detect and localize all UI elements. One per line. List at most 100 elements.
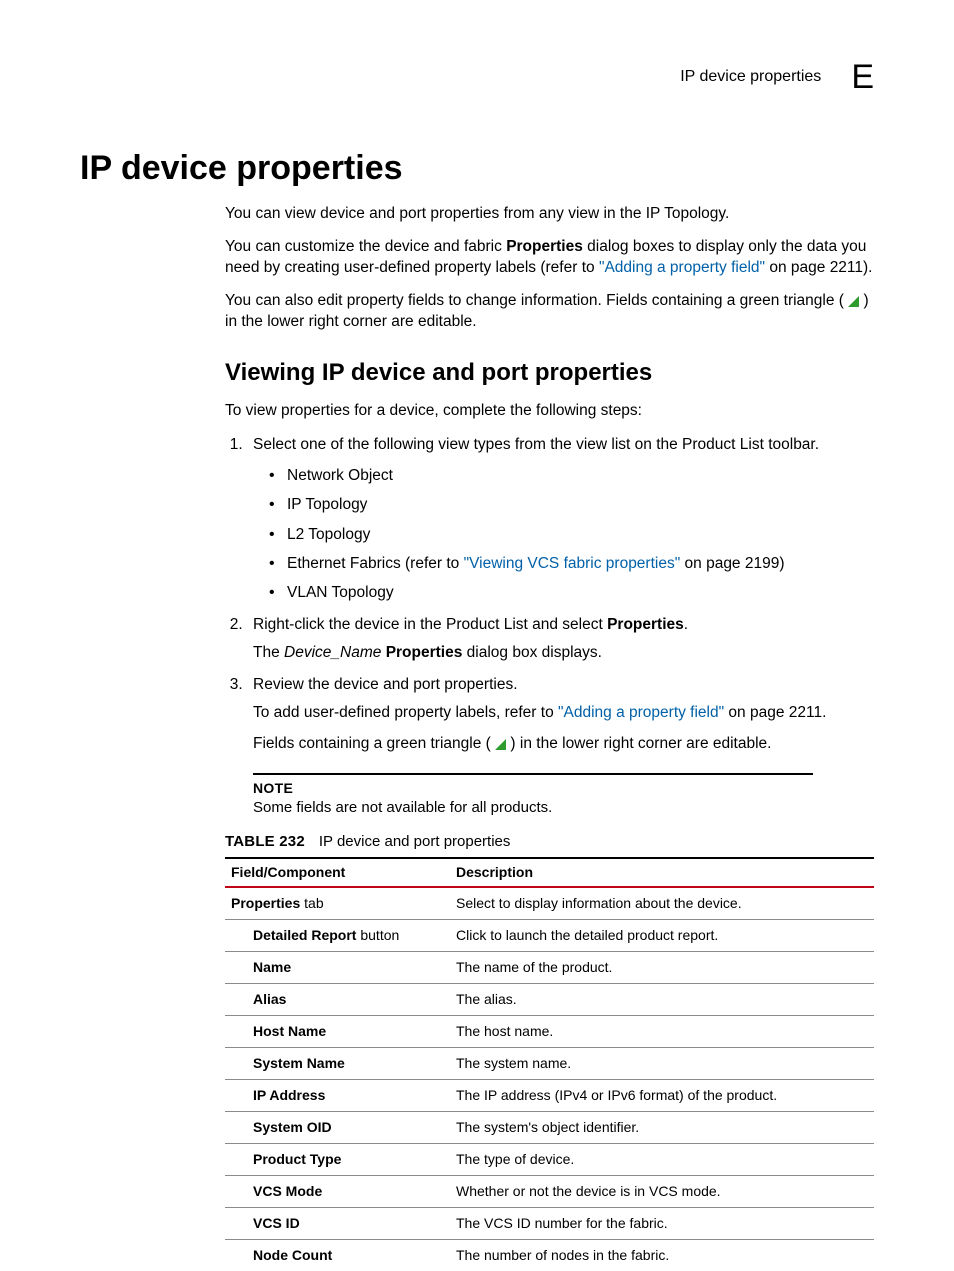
table-row: Properties tab Select to display informat…: [225, 887, 874, 920]
field-cell: Name: [225, 951, 450, 983]
table-row: Alias The alias.: [225, 983, 874, 1015]
field-name: Alias: [253, 991, 286, 1007]
field-cell: System Name: [225, 1047, 450, 1079]
variable-device-name: Device_Name: [284, 644, 381, 661]
field-name: Host Name: [253, 1023, 326, 1039]
description-cell: Whether or not the device is in VCS mode…: [450, 1175, 874, 1207]
link-adding-property-field[interactable]: "Adding a property field": [599, 259, 765, 276]
description-cell: The number of nodes in the fabric.: [450, 1239, 874, 1271]
step-body: To add user-defined property labels, ref…: [253, 703, 874, 755]
text: You can customize the device and fabric: [225, 238, 506, 255]
running-header: IP device properties E: [80, 60, 874, 94]
description-cell: Select to display information about the …: [450, 887, 874, 920]
term-properties: Properties: [506, 238, 583, 255]
text: on page 2199): [680, 555, 784, 572]
step-body-text: Fields containing a green triangle ( ) i…: [253, 734, 874, 755]
field-name: Detailed Report: [253, 927, 356, 943]
table-number: TABLE 232: [225, 833, 305, 850]
appendix-letter: E: [851, 60, 874, 94]
field-cell: Alias: [225, 983, 450, 1015]
intro-p1: You can view device and port properties …: [225, 204, 874, 225]
note-box: NOTE Some fields are not available for a…: [253, 773, 813, 818]
text: You can also edit property fields to cha…: [225, 292, 848, 309]
description-cell: The alias.: [450, 983, 874, 1015]
field-name: IP Address: [253, 1087, 325, 1103]
field-cell: IP Address: [225, 1079, 450, 1111]
intro-p3: You can also edit property fields to cha…: [225, 291, 874, 333]
step-body-text: To add user-defined property labels, ref…: [253, 703, 874, 724]
step-text: Review the device and port properties.: [253, 676, 518, 693]
description-cell: The IP address (IPv4 or IPv6 format) of …: [450, 1079, 874, 1111]
field-cell: VCS ID: [225, 1207, 450, 1239]
field-name: VCS ID: [253, 1215, 300, 1231]
text: Fields containing a green triangle (: [253, 735, 495, 752]
text: Right-click the device in the Product Li…: [253, 616, 607, 633]
term-properties: Properties: [386, 644, 463, 661]
page: IP device properties E IP device propert…: [0, 0, 954, 1235]
table-row: System OID The system's object identifier…: [225, 1111, 874, 1143]
table-row: Product TypeThe type of device.: [225, 1143, 874, 1175]
table-row: Detailed Report buttonClick to launch th…: [225, 919, 874, 951]
field-name: VCS Mode: [253, 1183, 322, 1199]
field-name: System Name: [253, 1055, 345, 1071]
steps-list: Select one of the following view types f…: [225, 434, 874, 756]
field-cell: System OID: [225, 1111, 450, 1143]
field-cell: Node Count: [225, 1239, 450, 1271]
link-adding-property-field[interactable]: "Adding a property field": [558, 704, 724, 721]
table-row: VCS ID The VCS ID number for the fabric.: [225, 1207, 874, 1239]
table-row: VCS Mode Whether or not the device is in …: [225, 1175, 874, 1207]
table-row: Node Count The number of nodes in the fab…: [225, 1239, 874, 1271]
description-cell: The system's object identifier.: [450, 1111, 874, 1143]
list-item: L2 Topology: [287, 524, 874, 545]
intro-p2: You can customize the device and fabric …: [225, 237, 874, 279]
text: The: [253, 644, 284, 661]
field-name: Node Count: [253, 1247, 332, 1263]
list-item: IP Topology: [287, 494, 874, 515]
field-cell: VCS Mode: [225, 1175, 450, 1207]
section-heading: Viewing IP device and port properties: [225, 359, 874, 387]
field-cell: Detailed Report button: [225, 919, 450, 951]
description-cell: The system name.: [450, 1047, 874, 1079]
list-item: VLAN Topology: [287, 582, 874, 603]
table-row: System Name The system name.: [225, 1047, 874, 1079]
description-cell: Click to launch the detailed product rep…: [450, 919, 874, 951]
table-row: IP Address The IP address (IPv4 or IPv6 f…: [225, 1079, 874, 1111]
table-row: Name The name of the product.: [225, 951, 874, 983]
link-viewing-vcs-fabric[interactable]: "Viewing VCS fabric properties": [464, 555, 681, 572]
green-triangle-icon: [848, 296, 859, 307]
field-cell: Host Name: [225, 1015, 450, 1047]
step-body-text: The Device_Name Properties dialog box di…: [253, 643, 874, 664]
table-title: IP device and port properties: [319, 833, 511, 850]
body: You can view device and port properties …: [80, 204, 874, 1271]
table-header-row: Field/Component Description: [225, 858, 874, 887]
step-text: Select one of the following view types f…: [253, 436, 819, 453]
text: .: [684, 616, 688, 633]
text: ) in the lower right corner are editable…: [506, 735, 771, 752]
green-triangle-icon: [495, 739, 506, 750]
description-cell: The host name.: [450, 1015, 874, 1047]
text: Ethernet Fabrics (refer to: [287, 555, 464, 572]
view-types-list: Network Object IP Topology L2 Topology E…: [253, 465, 874, 604]
description-cell: The VCS ID number for the fabric.: [450, 1207, 874, 1239]
field-cell: Product Type: [225, 1143, 450, 1175]
section-lead: To view properties for a device, complet…: [225, 401, 874, 422]
col-description: Description: [450, 858, 874, 887]
col-field: Field/Component: [225, 858, 450, 887]
field-name: Name: [253, 959, 291, 975]
description-cell: The name of the product.: [450, 951, 874, 983]
description-cell: The type of device.: [450, 1143, 874, 1175]
table-caption: TABLE 232 IP device and port properties: [225, 832, 874, 852]
list-item: Network Object: [287, 465, 874, 486]
note-label: NOTE: [253, 779, 813, 798]
step-body: The Device_Name Properties dialog box di…: [253, 643, 874, 664]
field-name: Properties: [231, 895, 300, 911]
properties-table: Field/Component Description Properties t…: [225, 857, 874, 1271]
step-1: Select one of the following view types f…: [247, 434, 874, 604]
field-name: System OID: [253, 1119, 332, 1135]
field-suffix: tab: [300, 895, 323, 911]
term-properties: Properties: [607, 616, 684, 633]
note-text: Some fields are not available for all pr…: [253, 798, 813, 818]
text: on page 2211).: [765, 259, 872, 276]
field-suffix: button: [356, 927, 399, 943]
runhead-title: IP device properties: [680, 68, 821, 86]
